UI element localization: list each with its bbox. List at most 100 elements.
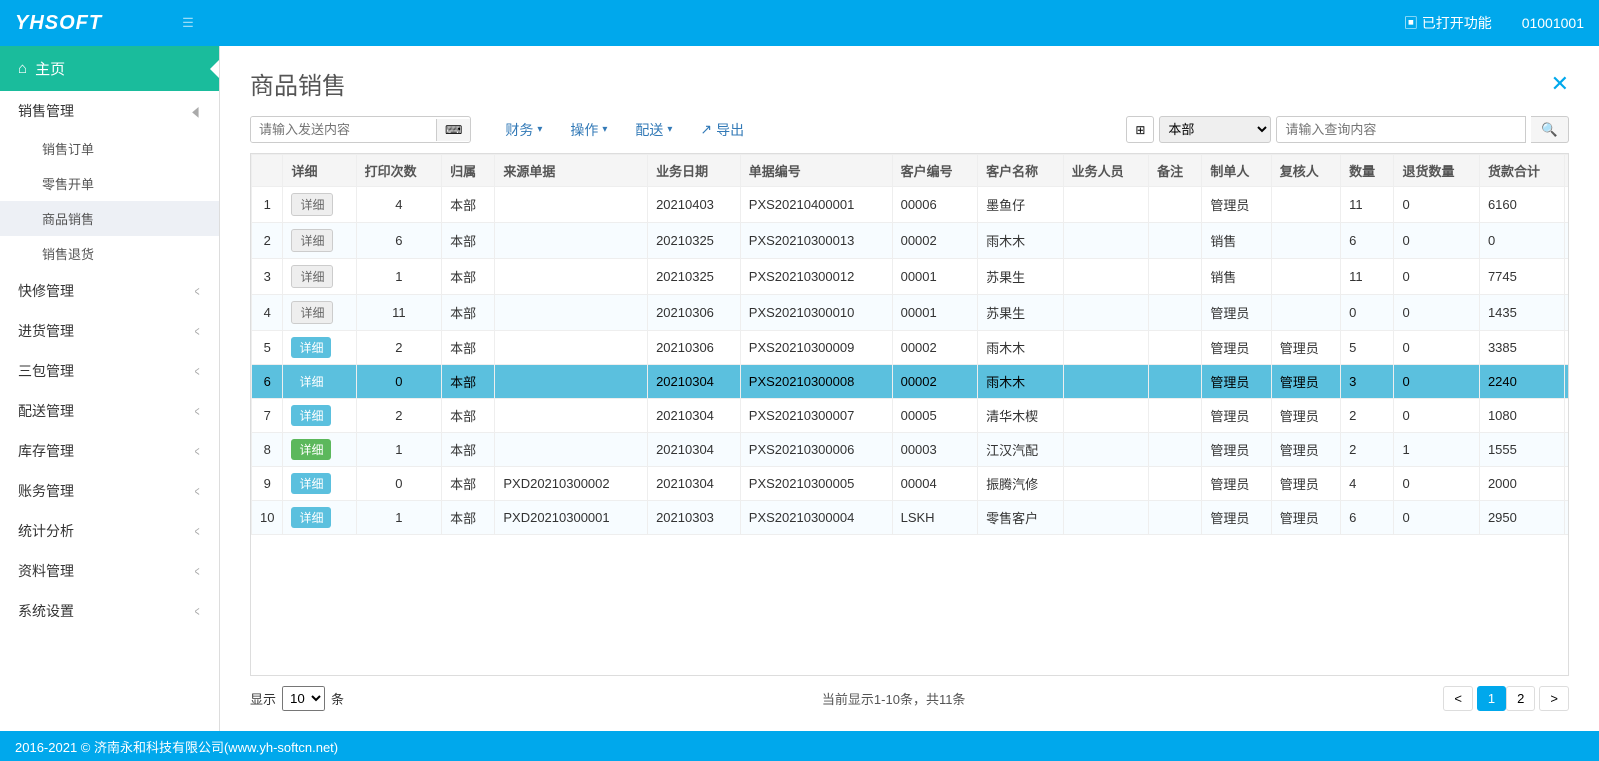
- row-index: 10: [252, 501, 283, 535]
- column-header[interactable]: 复核人: [1271, 155, 1340, 187]
- detail-button[interactable]: 详细: [291, 405, 331, 426]
- export-icon: ↗: [700, 121, 712, 138]
- chevron-icon: <: [194, 483, 199, 499]
- nav-group[interactable]: 销售管理◀: [0, 91, 219, 131]
- table-row[interactable]: 1 详细 4 本部 20210403 PXS20210400001 00006 …: [252, 187, 1570, 223]
- toolbar: ⌨ 财务 ▾ 操作 ▾ 配送 ▾ ↗ 导出 ⊞ 本部 🔍: [250, 116, 1569, 143]
- nav-group[interactable]: 快修管理<: [0, 271, 219, 311]
- column-header[interactable]: 货款合计: [1479, 155, 1565, 187]
- data-table: 详细打印次数归属来源单据业务日期单据编号客户编号客户名称业务人员备注制单人复核人…: [251, 154, 1569, 535]
- chevron-icon: <: [194, 363, 199, 379]
- nav-group[interactable]: 账务管理<: [0, 471, 219, 511]
- column-header[interactable]: 打印次数: [356, 155, 442, 187]
- finance-menu[interactable]: 财务 ▾: [491, 120, 556, 140]
- table-container[interactable]: 详细打印次数归属来源单据业务日期单据编号客户编号客户名称业务人员备注制单人复核人…: [250, 153, 1569, 676]
- row-index: 8: [252, 433, 283, 467]
- search-button[interactable]: 🔍: [1531, 116, 1569, 143]
- detail-button[interactable]: 详细: [291, 265, 333, 288]
- chevron-icon: <: [194, 403, 199, 419]
- table-row[interactable]: 8 详细 1 本部 20210304 PXS20210300006 00003 …: [252, 433, 1570, 467]
- operate-menu[interactable]: 操作 ▾: [556, 120, 621, 140]
- close-icon[interactable]: ✕: [1551, 71, 1569, 97]
- nav-group[interactable]: 库存管理<: [0, 431, 219, 471]
- column-header[interactable]: 优惠金额: [1565, 155, 1569, 187]
- pager: < 12 >: [1443, 686, 1569, 711]
- dept-select[interactable]: 本部: [1159, 116, 1271, 143]
- dispatch-menu[interactable]: 配送 ▾: [621, 120, 686, 140]
- page-button[interactable]: 2: [1506, 686, 1535, 711]
- row-index: 6: [252, 365, 283, 399]
- app-footer: 2016-2021 © 济南永和科技有限公司(www.yh-softcn.net…: [0, 731, 1599, 761]
- table-row[interactable]: 2 详细 6 本部 20210325 PXS20210300013 00002 …: [252, 223, 1570, 259]
- table-row[interactable]: 5 详细 2 本部 20210306 PXS20210300009 00002 …: [252, 331, 1570, 365]
- page-size-select[interactable]: 10: [282, 686, 325, 711]
- nav-sub-item[interactable]: 销售订单: [0, 131, 219, 166]
- search-input[interactable]: [1276, 116, 1526, 143]
- column-header[interactable]: 业务日期: [648, 155, 741, 187]
- detail-button[interactable]: 详细: [291, 301, 333, 324]
- detail-button[interactable]: 详细: [291, 229, 333, 252]
- column-header[interactable]: 业务人员: [1063, 155, 1149, 187]
- column-header[interactable]: 备注: [1149, 155, 1202, 187]
- nav-sub-item[interactable]: 销售退货: [0, 236, 219, 271]
- column-header[interactable]: 制单人: [1202, 155, 1271, 187]
- table-row[interactable]: 3 详细 1 本部 20210325 PXS20210300012 00001 …: [252, 259, 1570, 295]
- column-header[interactable]: 数量: [1341, 155, 1394, 187]
- table-row[interactable]: 6 详细 0 本部 20210304 PXS20210300008 00002 …: [252, 365, 1570, 399]
- caret-down-icon: ▾: [602, 124, 607, 135]
- menu-toggle-icon[interactable]: ☰: [182, 15, 194, 31]
- table-row[interactable]: 9 详细 0 本部 PXD20210300002 20210304 PXS202…: [252, 467, 1570, 501]
- send-button[interactable]: ⌨: [436, 119, 470, 141]
- chevron-icon: <: [194, 283, 199, 299]
- detail-button[interactable]: 详细: [291, 337, 331, 358]
- row-index: 9: [252, 467, 283, 501]
- page-button[interactable]: 1: [1477, 686, 1506, 711]
- detail-button[interactable]: 详细: [291, 473, 331, 494]
- table-row[interactable]: 7 详细 2 本部 20210304 PXS20210300007 00005 …: [252, 399, 1570, 433]
- opened-func-link[interactable]: ▣ 已打开功能: [1404, 13, 1492, 33]
- table-row[interactable]: 10 详细 1 本部 PXD20210300001 20210303 PXS20…: [252, 501, 1570, 535]
- column-header[interactable]: 来源单据: [495, 155, 648, 187]
- detail-button[interactable]: 详细: [291, 371, 331, 392]
- nav-group[interactable]: 配送管理<: [0, 391, 219, 431]
- column-header[interactable]: 详细: [283, 155, 356, 187]
- nav-group[interactable]: 进货管理<: [0, 311, 219, 351]
- next-page-button[interactable]: >: [1539, 686, 1569, 711]
- column-header[interactable]: 归属: [442, 155, 495, 187]
- column-header[interactable]: 单据编号: [740, 155, 892, 187]
- user-code[interactable]: 01001001: [1522, 15, 1584, 31]
- row-index: 3: [252, 259, 283, 295]
- sidebar: ⌂ 主页 销售管理◀销售订单零售开单商品销售销售退货快修管理<进货管理<三包管理…: [0, 46, 220, 731]
- nav-group[interactable]: 三包管理<: [0, 351, 219, 391]
- chevron-icon: <: [194, 603, 199, 619]
- column-header[interactable]: 客户名称: [978, 155, 1064, 187]
- row-index: 5: [252, 331, 283, 365]
- prev-page-button[interactable]: <: [1443, 686, 1473, 711]
- nav-group[interactable]: 系统设置<: [0, 591, 219, 631]
- row-index: 4: [252, 295, 283, 331]
- send-input[interactable]: [251, 117, 436, 142]
- detail-button[interactable]: 详细: [291, 439, 331, 460]
- grid-view-button[interactable]: ⊞: [1126, 116, 1154, 143]
- row-index: 1: [252, 187, 283, 223]
- nav-group[interactable]: 资料管理<: [0, 551, 219, 591]
- column-header[interactable]: 客户编号: [892, 155, 978, 187]
- show-label: 显示: [250, 689, 276, 708]
- nav-home[interactable]: ⌂ 主页: [0, 46, 219, 91]
- detail-button[interactable]: 详细: [291, 507, 331, 528]
- column-header[interactable]: 退货数量: [1394, 155, 1480, 187]
- chevron-icon: <: [194, 523, 199, 539]
- detail-button[interactable]: 详细: [291, 193, 333, 216]
- nav-sub-item[interactable]: 零售开单: [0, 166, 219, 201]
- chevron-icon: <: [194, 323, 199, 339]
- chevron-icon: <: [194, 563, 199, 579]
- nav-group[interactable]: 统计分析<: [0, 511, 219, 551]
- app-header: YHSOFT ☰ ▣ 已打开功能 01001001: [0, 0, 1599, 46]
- home-icon: ⌂: [18, 60, 27, 77]
- export-link[interactable]: ↗ 导出: [686, 120, 758, 140]
- nav-sub-item[interactable]: 商品销售: [0, 201, 219, 236]
- caret-down-icon: ▾: [537, 124, 542, 135]
- row-index: 2: [252, 223, 283, 259]
- table-row[interactable]: 4 详细 11 本部 20210306 PXS20210300010 00001…: [252, 295, 1570, 331]
- page-info: 当前显示1-10条，共11条: [822, 689, 966, 708]
